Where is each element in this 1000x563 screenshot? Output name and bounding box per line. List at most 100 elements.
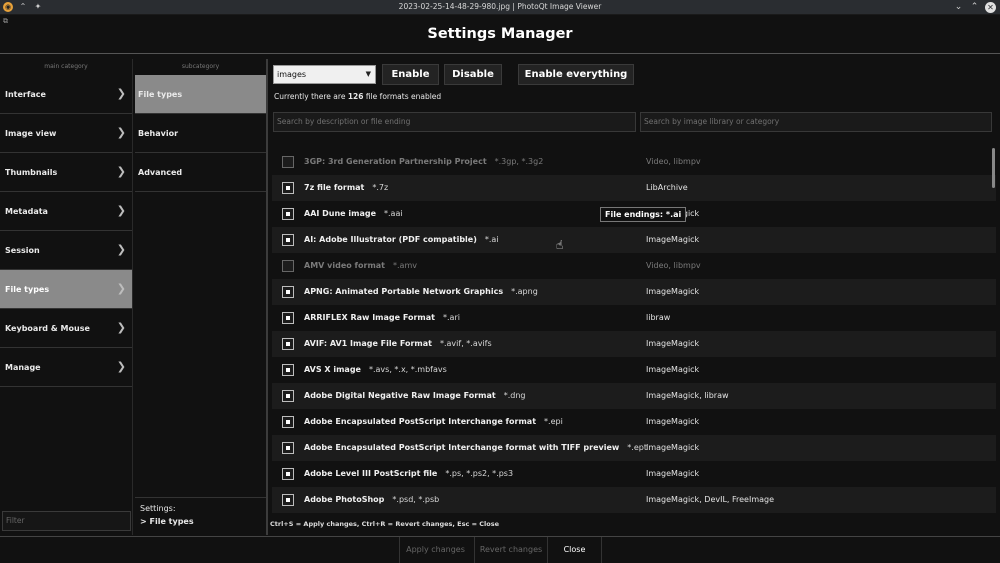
enabled-count-status: Currently there are 126 file formats ena… [274, 92, 441, 101]
checkbox-check-icon [286, 290, 290, 294]
file-format-row[interactable]: AVS X image *.avs, *.x, *.mbfavs ImageMagi… [272, 357, 996, 383]
format-description: AI: Adobe Illustrator (PDF compatible) *.… [304, 235, 499, 244]
revert-changes-button[interactable]: Revert changes [474, 537, 547, 563]
format-extensions: *.epi [544, 417, 563, 426]
format-checkbox[interactable] [282, 364, 294, 376]
format-checkbox[interactable] [282, 312, 294, 324]
format-description: AVIF: AV1 Image File Format *.avif, *.avi… [304, 339, 492, 348]
settings-header: Settings Manager [0, 15, 1000, 53]
file-format-row[interactable]: AVIF: AV1 Image File Format *.avif, *.avi… [272, 331, 996, 357]
category-item-thumbnails[interactable]: Thumbnails ❯ [0, 153, 132, 192]
hand-cursor-icon: ☝ [556, 238, 564, 252]
format-extensions: *.ept [627, 443, 647, 452]
format-extensions: *.dng [503, 391, 526, 400]
enable-everything-button[interactable]: Enable everything [518, 64, 634, 85]
status-prefix: Currently there are [274, 92, 346, 101]
format-checkbox[interactable] [282, 260, 294, 272]
file-format-row[interactable]: AMV video format *.amv Video, libmpv [272, 253, 996, 279]
file-format-row[interactable]: AI: Adobe Illustrator (PDF compatible) *.… [272, 227, 996, 253]
category-select[interactable]: images ▼ [273, 65, 376, 84]
category-item-metadata[interactable]: Metadata ❯ [0, 192, 132, 231]
enable-button[interactable]: Enable [382, 64, 439, 85]
settings-path: > File types [140, 517, 194, 526]
checkbox-check-icon [286, 186, 290, 190]
category-filter-input[interactable]: Filter [2, 511, 131, 531]
file-format-row[interactable]: Adobe Level III PostScript file *.ps, *.p… [272, 461, 996, 487]
checkbox-check-icon [286, 472, 290, 476]
settings-breadcrumb: Settings: > File types [135, 497, 266, 533]
format-description: AMV video format *.amv [304, 261, 417, 270]
file-format-row[interactable]: 3GP: 3rd Generation Partnership Project *… [272, 149, 996, 175]
maximize-icon[interactable]: ⌃ [969, 1, 980, 13]
column-divider[interactable] [266, 59, 268, 535]
format-name: Adobe Digital Negative Raw Image Format [304, 391, 496, 400]
format-extensions: *.apng [511, 287, 538, 296]
file-format-row[interactable]: ARRIFLEX Raw Image Format *.ari libraw [272, 305, 996, 331]
format-checkbox[interactable] [282, 338, 294, 350]
checkbox-check-icon [286, 316, 290, 320]
close-button[interactable]: Close [547, 537, 602, 563]
format-checkbox[interactable] [282, 208, 294, 220]
format-name: Adobe Level III PostScript file [304, 469, 438, 478]
format-checkbox[interactable] [282, 390, 294, 402]
category-item-manage[interactable]: Manage ❯ [0, 348, 132, 387]
chevron-right-icon: ❯ [116, 243, 126, 256]
file-format-row[interactable]: APNG: Animated Portable Network Graphics… [272, 279, 996, 305]
window-close-icon[interactable]: ✕ [985, 2, 996, 13]
subcategory-item-file-types[interactable]: File types [135, 75, 266, 114]
format-checkbox[interactable] [282, 234, 294, 246]
format-description: 7z file format *.7z [304, 183, 388, 192]
format-description: Adobe Encapsulated PostScript Interchang… [304, 443, 647, 452]
subcategory-item-advanced[interactable]: Advanced [135, 153, 266, 192]
format-name: AAI Dune image [304, 209, 377, 218]
list-scrollbar[interactable] [992, 148, 995, 188]
category-item-image-view[interactable]: Image view ❯ [0, 114, 132, 153]
format-checkbox[interactable] [282, 286, 294, 298]
file-format-row[interactable]: Adobe Encapsulated PostScript Interchang… [272, 435, 996, 461]
category-item-file-types[interactable]: File types ❯ [0, 270, 132, 309]
file-format-row[interactable]: Adobe Encapsulated PostScript Interchang… [272, 409, 996, 435]
format-checkbox[interactable] [282, 494, 294, 506]
format-library: ImageMagick [646, 365, 700, 374]
file-format-row[interactable]: Adobe Digital Negative Raw Image Format *… [272, 383, 996, 409]
format-name: AVIF: AV1 Image File Format [304, 339, 432, 348]
format-checkbox[interactable] [282, 442, 294, 454]
format-checkbox[interactable] [282, 416, 294, 428]
format-checkbox[interactable] [282, 468, 294, 480]
chevron-right-icon: ❯ [116, 165, 126, 178]
file-format-row[interactable]: Adobe PhotoShop *.psd, *.psb ImageMagick, … [272, 487, 996, 513]
checkbox-check-icon [286, 394, 290, 398]
category-label: Keyboard & Mouse [5, 323, 90, 333]
category-item-interface[interactable]: Interface ❯ [0, 75, 132, 114]
format-name: AI: Adobe Illustrator (PDF compatible) [304, 235, 477, 244]
minimize-icon[interactable]: ⌄ [953, 1, 964, 13]
shortcut-hint: Ctrl+S = Apply changes, Ctrl+R = Revert … [270, 520, 500, 528]
format-extensions: *.psd, *.psb [392, 495, 440, 504]
disable-button[interactable]: Disable [444, 64, 502, 85]
format-checkbox[interactable] [282, 156, 294, 168]
apply-changes-button[interactable]: Apply changes [399, 537, 471, 563]
sub-category-panel: subcategory File types Behavior Advanced… [135, 59, 266, 535]
format-description: Adobe Digital Negative Raw Image Format *… [304, 391, 526, 400]
category-label: Interface [5, 89, 46, 99]
file-format-row[interactable]: 7z file format *.7z LibArchive [272, 175, 996, 201]
category-item-session[interactable]: Session ❯ [0, 231, 132, 270]
format-description: Adobe Encapsulated PostScript Interchang… [304, 417, 563, 426]
file-format-list: 3GP: 3rd Generation Partnership Project *… [272, 149, 996, 513]
format-extensions: *.ps, *.ps2, *.ps3 [445, 469, 514, 478]
category-item-keyboard-mouse[interactable]: Keyboard & Mouse ❯ [0, 309, 132, 348]
format-library: ImageMagick [646, 417, 700, 426]
page-title: Settings Manager [427, 26, 573, 42]
chevron-right-icon: ❯ [116, 321, 126, 334]
format-library: ImageMagick [646, 469, 700, 478]
category-label: Manage [5, 362, 41, 372]
format-extensions: *.3gp, *.3g2 [494, 157, 544, 166]
subcategory-item-behavior[interactable]: Behavior [135, 114, 266, 153]
format-checkbox[interactable] [282, 182, 294, 194]
category-label: Session [5, 245, 40, 255]
search-library-input[interactable]: Search by image library or category [640, 112, 992, 132]
format-library: ImageMagick, libraw [646, 391, 729, 400]
checkbox-check-icon [286, 368, 290, 372]
search-description-input[interactable]: Search by description or file ending [273, 112, 636, 132]
format-library: ImageMagick [646, 287, 700, 296]
